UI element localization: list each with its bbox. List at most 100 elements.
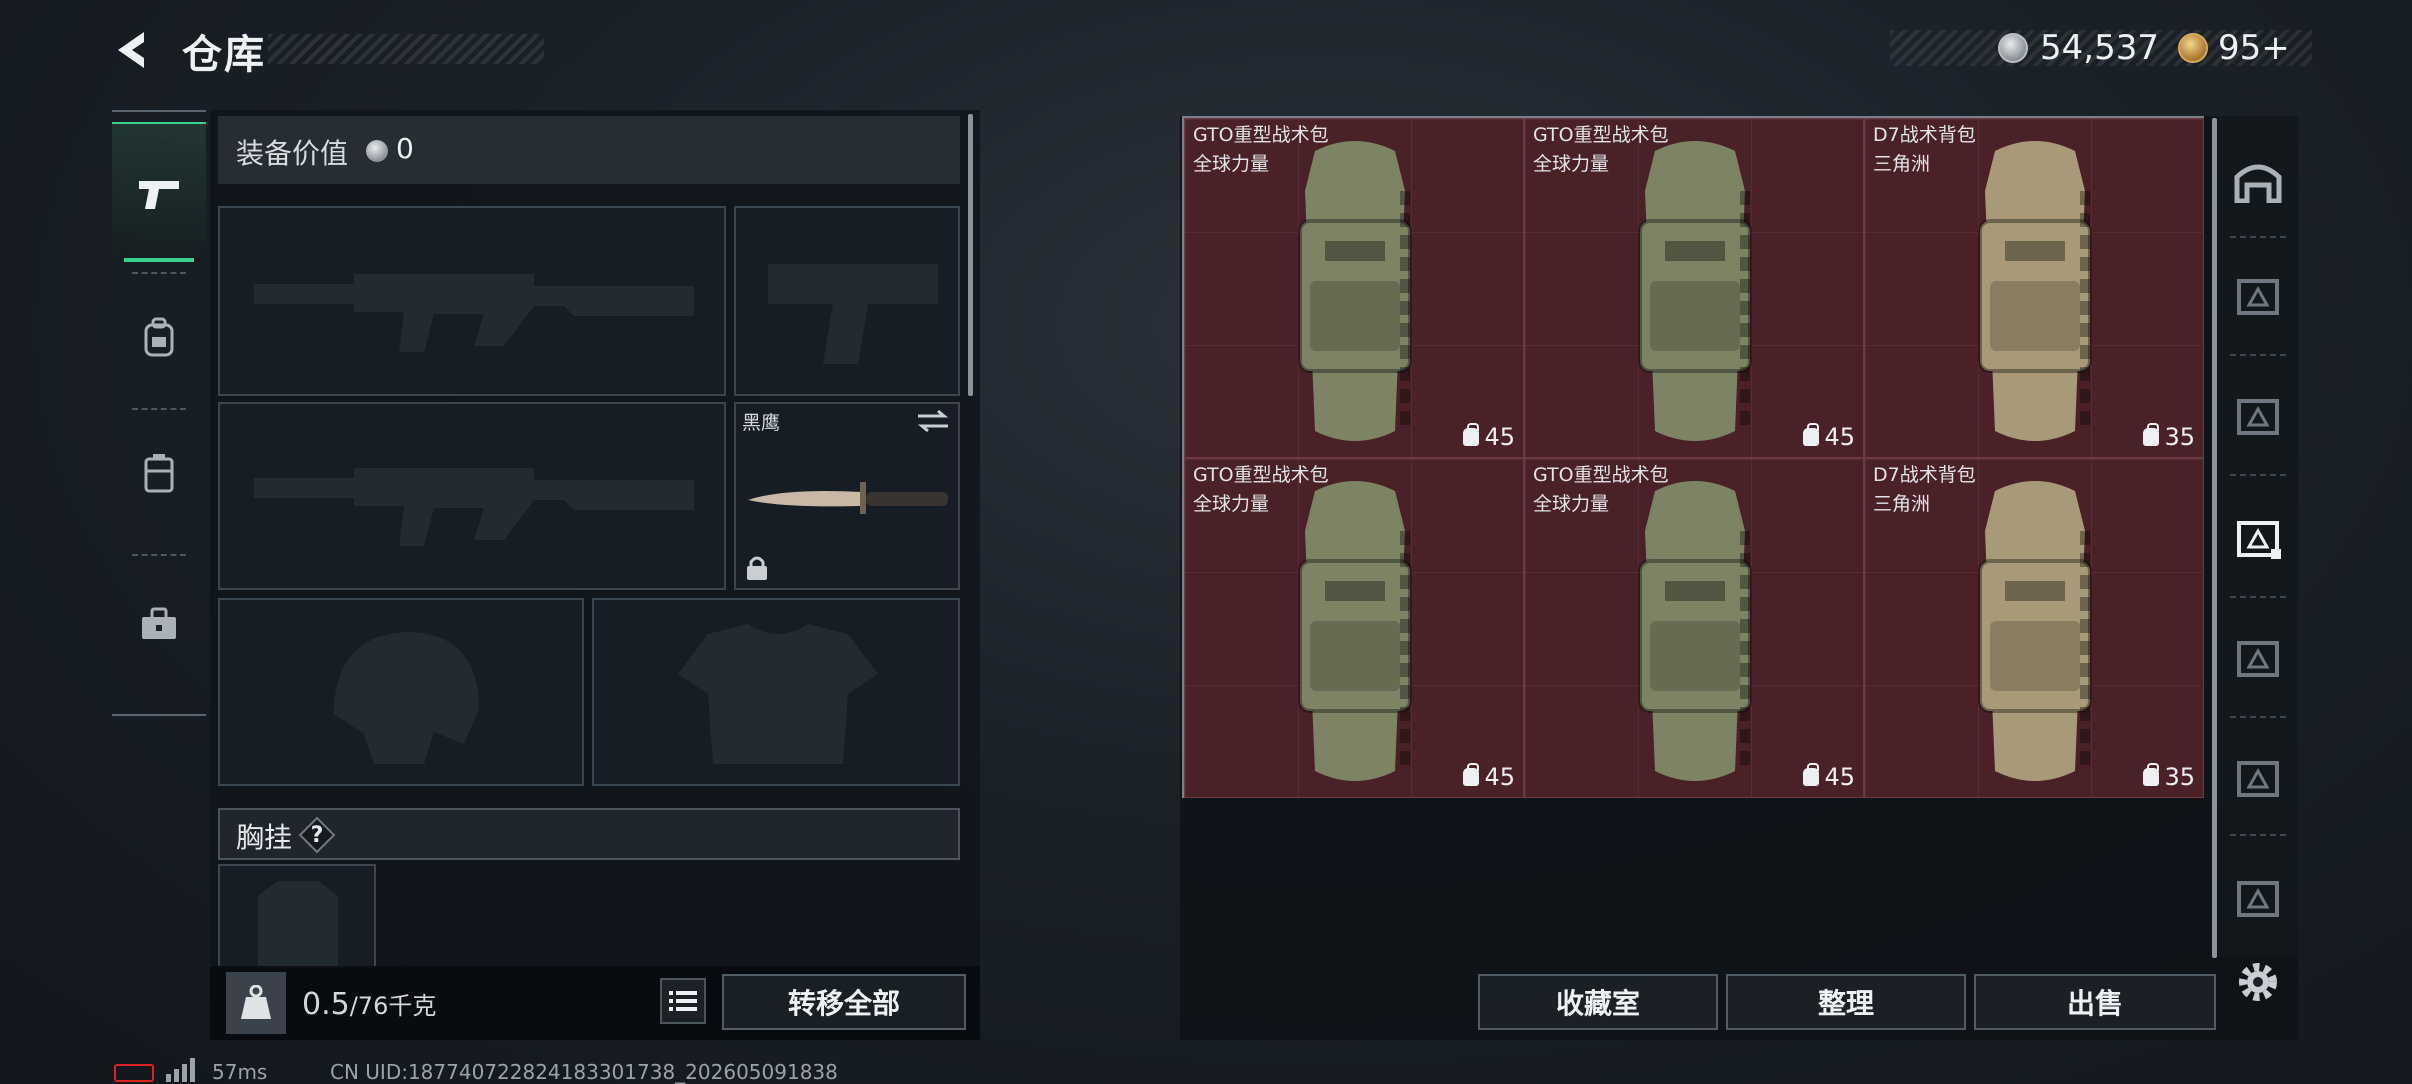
list-view-button[interactable] xyxy=(660,978,706,1024)
item-capacity: 45 xyxy=(1803,763,1855,791)
chest-rig-silhouette-icon xyxy=(258,881,338,966)
backpack-icon xyxy=(144,317,174,357)
storage-box-icon xyxy=(2237,521,2281,559)
chest-rig-help-button[interactable]: ? xyxy=(300,818,334,852)
gold-amount: 95+ xyxy=(2218,28,2290,68)
storage-box-icon xyxy=(2237,279,2279,315)
category-weapons[interactable] xyxy=(112,122,206,262)
storage-item-cell[interactable]: D7战术背包 三角洲 35 xyxy=(1864,118,2204,458)
item-capacity-value: 35 xyxy=(2164,763,2195,791)
back-button[interactable] xyxy=(112,28,156,72)
collection-room-button[interactable]: 收藏室 xyxy=(1478,974,1718,1030)
list-icon xyxy=(669,991,697,1011)
toolbox-icon xyxy=(142,607,176,639)
swap-icon[interactable] xyxy=(916,410,950,432)
capacity-bag-icon xyxy=(2143,423,2160,446)
item-name: GTO重型战术包 xyxy=(1533,124,1669,146)
melee-item-name: 黑鹰 xyxy=(742,412,781,434)
chest-rig-slot[interactable] xyxy=(218,864,376,968)
storage-tab-home[interactable] xyxy=(2226,148,2290,212)
storage-tab-6[interactable] xyxy=(2226,866,2290,930)
item-capacity-value: 35 xyxy=(2164,423,2195,451)
capacity-bag-icon xyxy=(1463,763,1480,786)
tertiary-weapon-slot[interactable] xyxy=(218,402,726,590)
category-backpack[interactable] xyxy=(112,282,206,392)
item-capacity-value: 45 xyxy=(1484,423,1515,451)
sort-button[interactable]: 整理 xyxy=(1726,974,1966,1030)
weight-readout: 0.5/76千克 xyxy=(302,986,436,1022)
category-rail xyxy=(112,110,206,716)
armor-slot[interactable] xyxy=(592,598,960,786)
silver-amount: 54,537 xyxy=(2040,28,2159,68)
category-toolbox[interactable] xyxy=(112,564,206,684)
knife-icon xyxy=(748,482,948,514)
primary-weapon-slot[interactable] xyxy=(218,206,726,396)
page-title: 仓库 xyxy=(182,32,266,78)
storage-tab-4[interactable] xyxy=(2226,626,2290,690)
storage-item-cell[interactable]: GTO重型战术包 全球力量 45 xyxy=(1184,458,1524,798)
lock-icon xyxy=(747,556,767,580)
item-name: GTO重型战术包 xyxy=(1193,124,1329,146)
equipment-scrollbar[interactable] xyxy=(968,114,973,396)
item-name: GTO重型战术包 xyxy=(1533,464,1669,486)
transfer-all-button[interactable]: 转移全部 xyxy=(722,974,966,1030)
item-capacity-value: 45 xyxy=(1824,763,1855,791)
help-icon: ? xyxy=(310,822,324,848)
battery-icon xyxy=(114,1064,154,1082)
storage-box-icon xyxy=(2237,641,2279,677)
chest-rig-label: 胸挂 xyxy=(236,821,293,854)
category-chest-rig[interactable] xyxy=(112,418,206,528)
secondary-weapon-slot[interactable] xyxy=(734,206,960,396)
vest-silhouette-icon xyxy=(678,624,878,764)
pistol-silhouette-icon xyxy=(768,264,938,364)
item-brand: 全球力量 xyxy=(1193,493,1270,515)
storage-item-cell[interactable]: GTO重型战术包 全球力量 45 xyxy=(1524,458,1864,798)
signal-icon xyxy=(166,1058,195,1082)
weight-max: /76 xyxy=(349,992,389,1020)
capacity-bag-icon xyxy=(1803,423,1820,446)
item-capacity: 45 xyxy=(1463,763,1515,791)
backpack-icon xyxy=(1978,481,2092,781)
rifle-silhouette-icon xyxy=(254,274,694,352)
weight-unit: 千克 xyxy=(388,992,437,1020)
pistol-icon xyxy=(139,181,179,209)
backpack-icon xyxy=(1978,141,2092,441)
storage-item-cell[interactable]: GTO重型战术包 全球力量 45 xyxy=(1524,118,1864,458)
weight-current: 0.5 xyxy=(302,987,350,1022)
storage-scrollbar[interactable] xyxy=(2212,118,2217,958)
settings-gear-icon[interactable] xyxy=(2232,956,2284,1008)
storage-tab-2[interactable] xyxy=(2226,384,2290,448)
silver-coin-icon xyxy=(1998,33,2028,63)
item-capacity: 35 xyxy=(2143,423,2195,451)
item-brand: 全球力量 xyxy=(1533,153,1610,175)
storage-tab-1[interactable] xyxy=(2226,264,2290,328)
item-brand: 全球力量 xyxy=(1533,493,1610,515)
item-name: D7战术背包 xyxy=(1873,464,1976,486)
sell-button[interactable]: 出售 xyxy=(1974,974,2216,1030)
chest-rig-icon xyxy=(144,454,174,493)
title-decoration xyxy=(268,34,544,64)
capacity-bag-icon xyxy=(1803,763,1820,786)
storage-tab-5[interactable] xyxy=(2226,746,2290,810)
item-brand: 三角洲 xyxy=(1873,493,1931,515)
storage-tab-3-active[interactable] xyxy=(2226,506,2290,570)
warehouse-icon xyxy=(2234,164,2282,203)
backpack-icon xyxy=(1638,481,1752,781)
item-capacity-value: 45 xyxy=(1824,423,1855,451)
user-uid: CN UID:187740722824183301738_20260509183… xyxy=(330,1060,838,1084)
item-capacity-value: 45 xyxy=(1484,763,1515,791)
item-capacity: 35 xyxy=(2143,763,2195,791)
storage-box-icon xyxy=(2237,761,2279,797)
capacity-bag-icon xyxy=(1463,423,1480,446)
backpack-icon xyxy=(1298,141,1412,441)
item-name: D7战术背包 xyxy=(1873,124,1976,146)
weight-icon xyxy=(226,972,286,1034)
storage-box-icon xyxy=(2237,399,2279,435)
helmet-slot[interactable] xyxy=(218,598,584,786)
equipment-value-amount: 0 xyxy=(396,132,414,165)
storage-box-icon xyxy=(2237,881,2279,917)
storage-item-cell[interactable]: GTO重型战术包 全球力量 45 xyxy=(1184,118,1524,458)
storage-item-cell[interactable]: D7战术背包 三角洲 35 xyxy=(1864,458,2204,798)
backpack-icon xyxy=(1298,481,1412,781)
back-arrow-icon xyxy=(118,32,144,68)
